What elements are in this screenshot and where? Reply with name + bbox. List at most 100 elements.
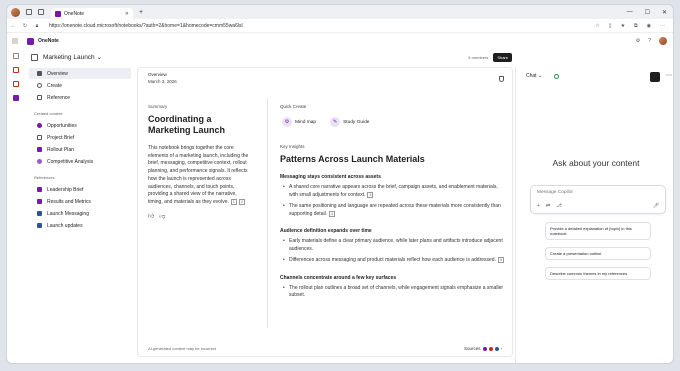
citation[interactable]: 1 bbox=[230, 198, 237, 205]
thumbs-up-icon[interactable]: 👍︎ bbox=[148, 212, 154, 220]
overview-icon bbox=[37, 71, 42, 76]
extensions-icon[interactable]: ⧉ bbox=[634, 23, 638, 29]
left-rail bbox=[7, 49, 25, 363]
rail-onenote-icon[interactable] bbox=[13, 95, 19, 101]
app-launcher-icon[interactable] bbox=[12, 38, 18, 44]
citation[interactable]: 5 bbox=[497, 257, 504, 263]
source-dot bbox=[482, 346, 487, 351]
chat-input[interactable]: Message Copilot bbox=[537, 190, 573, 195]
new-chat-button[interactable] bbox=[650, 72, 660, 82]
insight-heading: Messaging stays consistent across assets bbox=[280, 174, 381, 180]
references-heading: References bbox=[34, 175, 55, 180]
browser-tab[interactable]: OneNote ✕ bbox=[51, 8, 133, 19]
study-guide-icon: ✎ bbox=[330, 117, 341, 127]
sidebar-item-launch-updates[interactable]: Launch updates bbox=[29, 220, 131, 231]
app-header-actions: ⚙ ? bbox=[636, 37, 667, 45]
sidebar-item-rollout-plan[interactable]: Rollout Plan bbox=[29, 144, 131, 155]
browser-menu-icon[interactable]: ⋯ bbox=[660, 23, 665, 29]
quick-create-label: Quick Create bbox=[280, 104, 307, 109]
sidebar-item-overview[interactable]: Overview bbox=[29, 68, 131, 79]
chat-input-box[interactable]: Message Copilot + ⇄ ⎇ 🎤︎ bbox=[530, 185, 666, 214]
mind-map-button[interactable]: ⚙ Mind map bbox=[280, 115, 320, 129]
sidebar-item-leadership-brief[interactable]: Leadership Brief bbox=[29, 184, 131, 195]
tools-icon[interactable]: ⇄ bbox=[546, 203, 550, 209]
sidebar-item-results-metrics[interactable]: Results and Metrics bbox=[29, 196, 131, 207]
insight-bullet: Differences across messaging and product… bbox=[280, 257, 506, 265]
copilot-icon[interactable]: ◉ bbox=[647, 23, 651, 29]
maximize-icon[interactable]: ☐ bbox=[645, 9, 650, 16]
back-icon[interactable]: ← bbox=[7, 23, 19, 29]
citation[interactable]: 3 bbox=[367, 191, 374, 198]
page-icon bbox=[37, 147, 42, 152]
summary-body: This notebook brings together the core e… bbox=[148, 145, 249, 205]
created-content-heading: Created content bbox=[34, 111, 63, 116]
app-header: OneNote ⚙ ? bbox=[7, 33, 673, 49]
url-field[interactable]: https://onenote.cloud.microsoft/notebook… bbox=[49, 23, 243, 29]
ai-disclaimer: AI-generated content may be incorrect bbox=[148, 346, 217, 351]
summary-title: Coordinating a Marketing Launch bbox=[148, 114, 226, 135]
collections-icon[interactable]: ★ bbox=[621, 23, 625, 29]
rail-home-icon[interactable] bbox=[13, 53, 19, 59]
rail-search-icon[interactable] bbox=[13, 67, 19, 73]
suggestion-chip[interactable]: Describe common themes in my references bbox=[545, 267, 651, 280]
minimize-icon[interactable]: — bbox=[627, 9, 633, 16]
account-avatar[interactable] bbox=[659, 37, 667, 45]
browser-window: OneNote ✕ + — ☐ ✕ ← ↻ 🔒︎ https://onenote… bbox=[6, 4, 674, 364]
overview-heading: Overview bbox=[148, 72, 167, 77]
insight-bullet: The rollout plan outlines a broad set of… bbox=[280, 285, 506, 300]
browser-toolbar: ☆ ▯ ★ ⧉ ◉ ⋯ bbox=[595, 23, 665, 29]
new-tab-icon[interactable]: + bbox=[139, 9, 143, 16]
onenote-logo-icon bbox=[27, 37, 34, 45]
favorites-star-icon[interactable]: ☆ bbox=[595, 23, 599, 29]
more-options-icon[interactable]: ⋯ bbox=[666, 72, 672, 79]
notebook-bar: Marketing Launch ⌄ 5 members Share bbox=[25, 49, 515, 65]
insight-bullet: The same positioning and language are re… bbox=[280, 203, 506, 218]
shield-icon[interactable] bbox=[499, 76, 504, 82]
source-dot bbox=[494, 346, 499, 351]
summary-column: Summary Coordinating a Marketing Launch … bbox=[148, 104, 252, 220]
citation[interactable]: 2 bbox=[238, 198, 245, 205]
close-window-icon[interactable]: ✕ bbox=[662, 9, 667, 16]
close-tab-icon[interactable]: ✕ bbox=[125, 11, 129, 17]
sidebar-item-opportunities[interactable]: Opportunities bbox=[29, 120, 131, 131]
sidebar-item-competitive-analysis[interactable]: Competitive Analysis bbox=[29, 156, 131, 167]
rail-notebooks-icon[interactable] bbox=[13, 81, 19, 87]
settings-icon[interactable]: ⚙ bbox=[636, 38, 640, 44]
sidebar-item-project-brief[interactable]: Project Brief bbox=[29, 132, 131, 143]
split-screen-icon[interactable]: ▯ bbox=[609, 23, 612, 29]
copilot-chat-panel: Chat ⌄ ⋯ Ask about your content Message … bbox=[515, 67, 673, 363]
app-title: OneNote bbox=[38, 38, 59, 44]
sidebar-item-reference[interactable]: Reference bbox=[29, 92, 131, 103]
sources-button[interactable]: Sources › bbox=[464, 346, 502, 351]
source-dot bbox=[488, 346, 493, 351]
chevron-right-icon: › bbox=[500, 346, 503, 351]
overview-date: March 3, 2026 bbox=[148, 79, 177, 84]
suggestion-chip[interactable]: Provide a detailed explanation of {topic… bbox=[545, 222, 651, 240]
suggestion-chip[interactable]: Create a presentation outline bbox=[545, 247, 651, 260]
sidebar-item-create[interactable]: Create bbox=[29, 80, 131, 91]
mind-map-icon: ⚙ bbox=[282, 117, 292, 127]
thumbs-down-icon[interactable]: 👎︎ bbox=[159, 212, 165, 220]
file-icon bbox=[37, 211, 42, 216]
add-icon[interactable]: + bbox=[537, 203, 540, 209]
address-bar-row: ← ↻ 🔒︎ https://onenote.cloud.microsoft/n… bbox=[7, 19, 673, 33]
sidebar-item-launch-messaging[interactable]: Launch Messaging bbox=[29, 208, 131, 219]
page-icon bbox=[37, 135, 42, 140]
workspaces-icon[interactable] bbox=[26, 9, 32, 15]
notebook-icon bbox=[31, 53, 38, 61]
onenote-tab-icon bbox=[55, 10, 61, 17]
microphone-icon[interactable]: 🎤︎ bbox=[653, 203, 659, 209]
refresh-icon[interactable]: ↻ bbox=[19, 23, 31, 29]
summary-label: Summary bbox=[148, 104, 168, 109]
members-count[interactable]: 5 members bbox=[468, 55, 488, 60]
overview-panel: Overview March 3, 2026 Summary Coordinat… bbox=[137, 67, 513, 357]
help-icon[interactable]: ? bbox=[648, 38, 651, 44]
tab-actions-icon[interactable] bbox=[38, 9, 44, 15]
attach-icon[interactable]: ⎇ bbox=[556, 203, 562, 209]
notebook-title[interactable]: Marketing Launch ⌄ bbox=[43, 53, 102, 61]
study-guide-button[interactable]: ✎ Study Guide bbox=[328, 115, 373, 129]
chat-dropdown[interactable]: Chat ⌄ bbox=[526, 73, 542, 79]
citation[interactable]: 4 bbox=[329, 210, 336, 217]
share-button[interactable]: Share bbox=[493, 52, 512, 62]
profile-avatar[interactable] bbox=[11, 7, 20, 17]
